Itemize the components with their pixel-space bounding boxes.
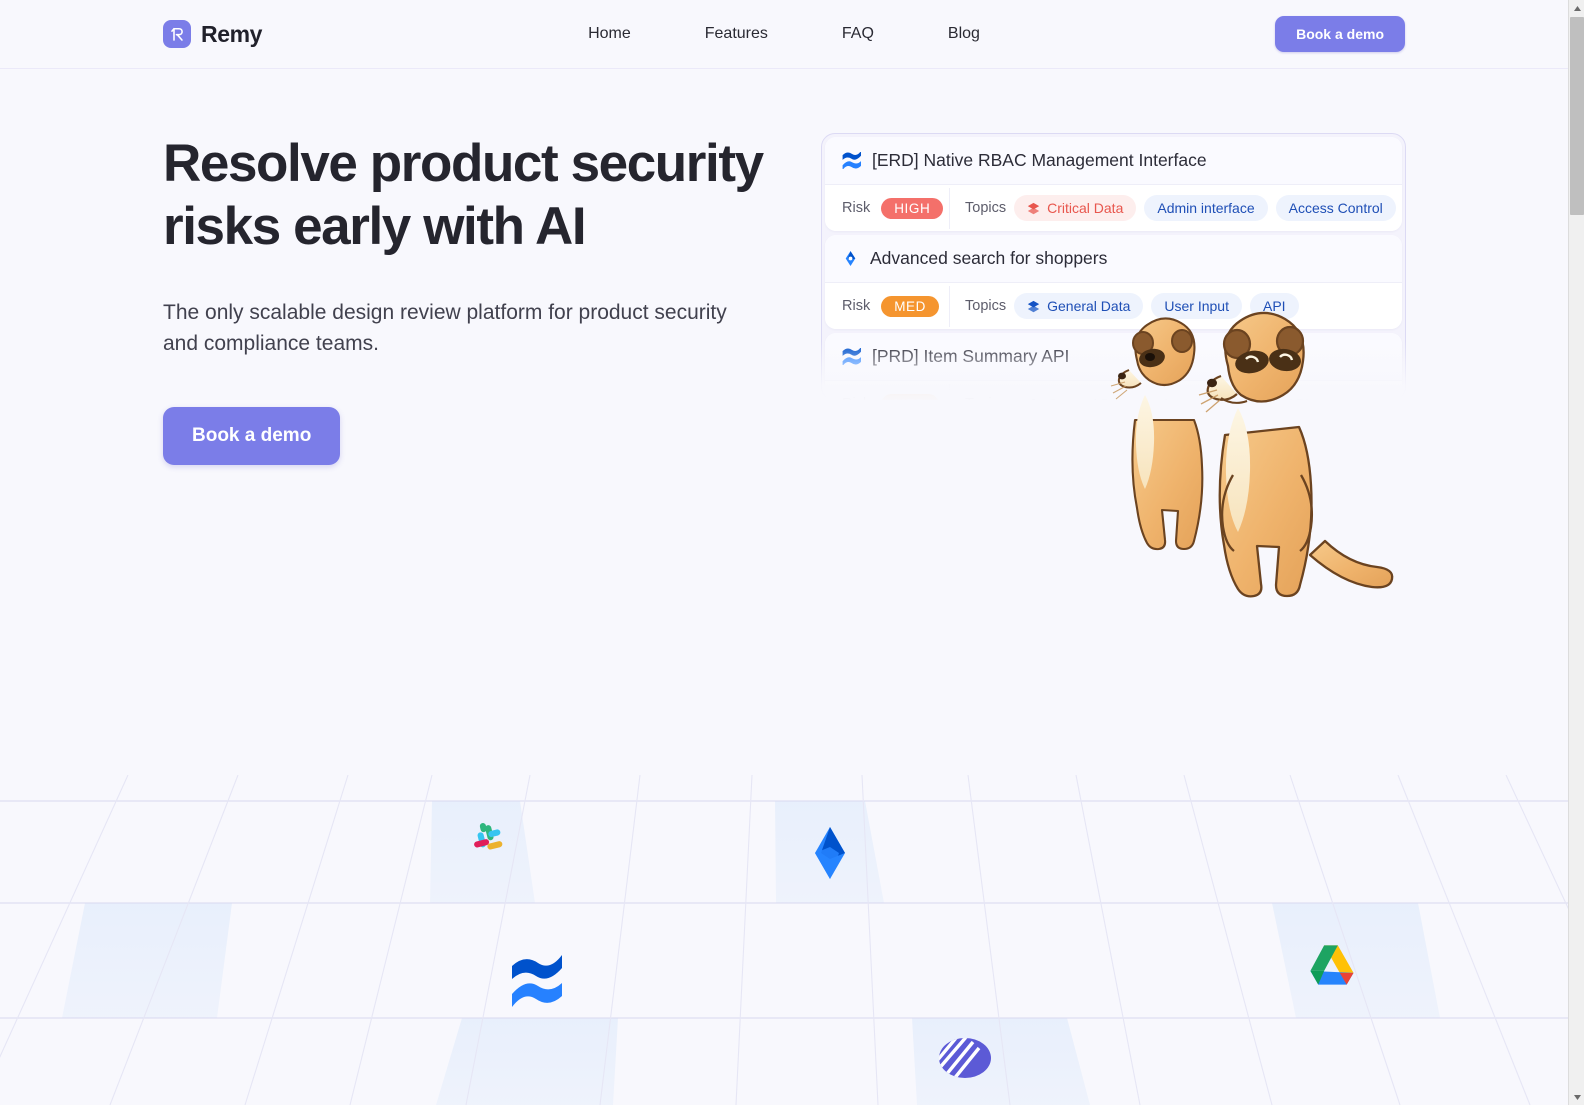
vertical-scrollbar[interactable]	[1568, 0, 1584, 1105]
scroll-down-arrow-icon[interactable]	[1569, 1089, 1584, 1105]
hero-subtitle: The only scalable design review platform…	[163, 301, 727, 355]
remy-logo-icon	[163, 20, 191, 48]
hero-title: Resolve product security risks early wit…	[163, 134, 764, 257]
scroll-up-arrow-icon[interactable]	[1569, 0, 1584, 16]
nav-link-faq[interactable]: FAQ	[805, 17, 911, 51]
nav-book-demo-button[interactable]: Book a demo	[1275, 16, 1405, 52]
scrollbar-thumb[interactable]	[1570, 17, 1584, 215]
nav-link-home[interactable]: Home	[551, 17, 668, 51]
brand-logo-link[interactable]: Remy	[163, 20, 262, 48]
hero-section: Resolve product security risks early wit…	[0, 69, 1568, 465]
hero-copy: Resolve product security risks early wit…	[163, 69, 764, 465]
nav-links: Home Features FAQ Blog	[551, 17, 1017, 51]
hero-book-demo-button[interactable]: Book a demo	[163, 407, 341, 465]
page-root: Remy Home Features FAQ Blog Book a demo …	[0, 0, 1568, 1105]
integrations-grid-floor	[0, 775, 1568, 1105]
nav-link-features[interactable]: Features	[668, 17, 805, 51]
brand-name: Remy	[201, 20, 263, 47]
nav-cta-wrapper: Book a demo	[1275, 16, 1405, 52]
nav-link-blog[interactable]: Blog	[911, 17, 1017, 51]
confluence-logo	[512, 955, 562, 1007]
top-navigation-bar: Remy Home Features FAQ Blog Book a demo	[0, 0, 1568, 69]
